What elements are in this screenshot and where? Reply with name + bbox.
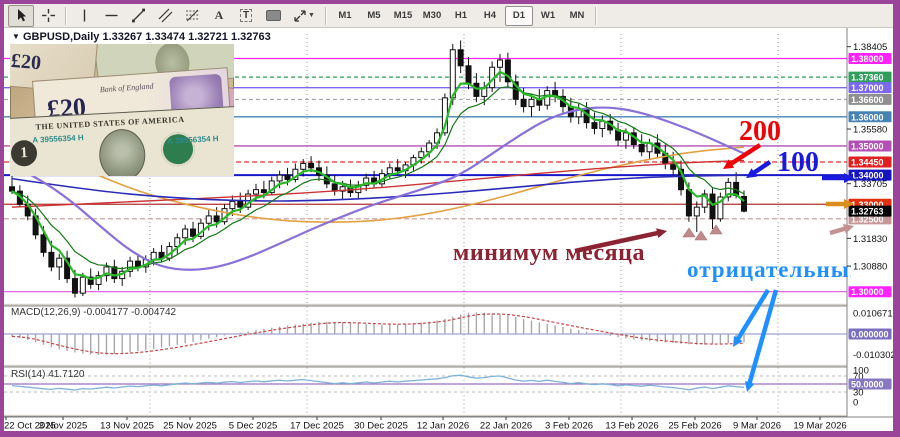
timeframe-d1-button[interactable]: D1 <box>505 5 533 26</box>
arrows-icon <box>294 9 306 22</box>
toolbar-separator <box>595 6 597 25</box>
timeframe-m1-button[interactable]: M1 <box>331 6 359 26</box>
trendline-icon <box>131 8 145 23</box>
svg-text:0.010671: 0.010671 <box>853 308 893 319</box>
svg-text:13 Nov 2025: 13 Nov 2025 <box>100 421 154 432</box>
svg-text:1.34000: 1.34000 <box>851 171 884 181</box>
svg-text:1.37000: 1.37000 <box>851 83 884 93</box>
channel-icon <box>158 8 172 23</box>
svg-text:0: 0 <box>853 398 858 409</box>
crosshair-tool-button[interactable] <box>35 5 61 27</box>
window-frame <box>893 0 900 437</box>
svg-text:1.38000: 1.38000 <box>851 54 884 64</box>
serial-number: A 39556354 H <box>167 134 219 146</box>
svg-text:1.35000: 1.35000 <box>851 141 884 151</box>
svg-text:12 Jan 2026: 12 Jan 2026 <box>417 421 469 432</box>
svg-text:9 Mar 2026: 9 Mar 2026 <box>733 421 781 432</box>
toolbar-separator <box>65 6 67 25</box>
svg-text:1.36600: 1.36600 <box>851 95 884 105</box>
arrows-tool-button[interactable]: ▼ <box>287 5 321 27</box>
svg-text:5 Dec 2025: 5 Dec 2025 <box>229 421 278 432</box>
shapes-icon <box>265 10 281 21</box>
time-axis[interactable]: 22 Oct 20253 Nov 2025 13 Nov 2025 25 Nov 2… <box>0 416 900 432</box>
svg-text:1.32763: 1.32763 <box>851 207 884 217</box>
svg-text:25 Nov 2025: 25 Nov 2025 <box>163 421 217 432</box>
timeframe-m15-button[interactable]: M15 <box>389 6 417 26</box>
svg-text:17 Dec 2025: 17 Dec 2025 <box>290 421 344 432</box>
svg-text:1.34450: 1.34450 <box>851 157 884 167</box>
horizontal-line-tool-button[interactable] <box>98 5 124 27</box>
bank-of-england-text: Bank of England <box>99 81 154 95</box>
svg-text:1.31830: 1.31830 <box>853 234 887 245</box>
serial-number: A 39556354 H <box>32 133 84 145</box>
timeframe-h1-button[interactable]: H1 <box>447 6 475 26</box>
svg-text:-0.010302: -0.010302 <box>853 350 896 361</box>
price-axis[interactable]: 1.38405 1.35580 1.33705 1.31830 1.30880 1.380… <box>846 28 896 417</box>
timeframe-m5-button[interactable]: M5 <box>360 6 388 26</box>
equidistant-channel-tool-button[interactable] <box>152 5 178 27</box>
text-box-icon: T <box>239 9 253 22</box>
timeframe-m30-button[interactable]: M30 <box>418 6 446 26</box>
svg-text:1.35580: 1.35580 <box>853 125 887 136</box>
svg-text:1.33705: 1.33705 <box>853 179 887 190</box>
ten-denomination: 10 <box>224 44 234 48</box>
shapes-tool-button[interactable] <box>260 5 286 27</box>
horizontal-line-icon <box>105 14 117 17</box>
window-frame <box>0 0 4 437</box>
fibonacci-icon <box>185 9 199 22</box>
text-tool-button[interactable]: T <box>233 5 259 27</box>
svg-text:1.38405: 1.38405 <box>853 42 887 53</box>
currency-photo: 10 £20 £20 Bank of England THE UNITED ST… <box>10 44 234 176</box>
toolbar: A T ▼ M1 M5 M15 M30 H1 H4 D1 W1 MN <box>4 4 893 28</box>
timeframe-h4-button[interactable]: H4 <box>476 6 504 26</box>
chevron-down-icon: ▼ <box>308 12 315 19</box>
svg-text:22 Jan 2026: 22 Jan 2026 <box>480 421 532 432</box>
one-denomination: 1 <box>10 139 38 167</box>
vertical-line-icon <box>83 9 85 22</box>
svg-text:13 Feb 2026: 13 Feb 2026 <box>605 421 658 432</box>
timeframe-w1-button[interactable]: W1 <box>534 6 562 26</box>
svg-text:1.37360: 1.37360 <box>851 73 884 83</box>
usd-title-text: THE UNITED STATES OF AMERICA <box>35 114 185 132</box>
toolbar-separator <box>325 6 327 25</box>
one-dollar-bill: THE UNITED STATES OF AMERICA A 39556354 … <box>10 105 234 176</box>
timeframe-mn-button[interactable]: MN <box>563 6 591 26</box>
window-frame <box>0 0 900 4</box>
crosshair-icon <box>41 9 55 22</box>
washington-portrait <box>97 127 147 176</box>
trading-platform-window: A T ▼ M1 M5 M15 M30 H1 H4 D1 W1 MN 1.384… <box>0 0 900 437</box>
svg-text:0.000000: 0.000000 <box>851 330 889 340</box>
svg-text:25 Feb 2026: 25 Feb 2026 <box>668 421 721 432</box>
vertical-line-tool-button[interactable] <box>71 5 97 27</box>
svg-text:1.30000: 1.30000 <box>851 287 884 297</box>
text-label-tool-button[interactable]: A <box>206 5 232 27</box>
svg-text:3 Feb 2026: 3 Feb 2026 <box>545 421 593 432</box>
window-frame <box>0 431 900 437</box>
svg-text:19 Mar 2026: 19 Mar 2026 <box>793 421 846 432</box>
svg-text:1.36000: 1.36000 <box>851 112 884 122</box>
svg-text:3 Nov 2025: 3 Nov 2025 <box>39 421 88 432</box>
text-label-icon: A <box>214 8 224 22</box>
fibonacci-tool-button[interactable] <box>179 5 205 27</box>
trendline-tool-button[interactable] <box>125 5 151 27</box>
svg-text:30 Dec 2025: 30 Dec 2025 <box>354 421 408 432</box>
pound-denomination: £20 <box>10 49 42 75</box>
cursor-icon <box>17 9 26 22</box>
svg-text:1.30880: 1.30880 <box>853 262 887 273</box>
cursor-tool-button[interactable] <box>8 4 34 27</box>
